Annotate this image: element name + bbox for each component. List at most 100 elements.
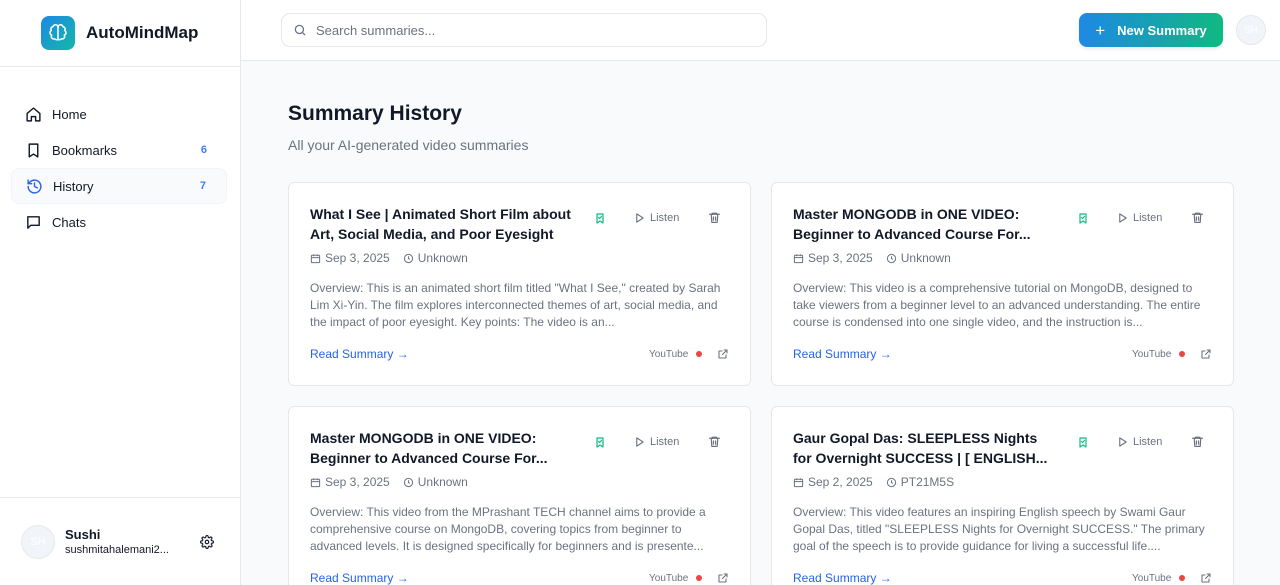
play-icon bbox=[1117, 212, 1128, 224]
external-link-icon[interactable] bbox=[717, 572, 729, 584]
bookmark-icon bbox=[24, 141, 42, 159]
trash-icon[interactable] bbox=[1191, 211, 1205, 225]
play-icon bbox=[634, 436, 645, 448]
source-label: YouTube bbox=[1132, 572, 1172, 584]
listen-button[interactable]: Listen bbox=[1117, 210, 1162, 226]
card-source: YouTube bbox=[649, 572, 729, 584]
new-summary-label: New Summary bbox=[1117, 22, 1207, 38]
bookmark-icon[interactable] bbox=[1077, 212, 1091, 226]
card-date: Sep 3, 2025 bbox=[325, 475, 390, 489]
card-source: YouTube bbox=[1132, 348, 1212, 360]
clock-icon bbox=[886, 253, 897, 264]
calendar-icon bbox=[310, 477, 321, 488]
clock-icon bbox=[886, 477, 897, 488]
sidebar: AutoMindMap Home Bookmarks 6 History 7 C… bbox=[0, 0, 241, 585]
listen-label: Listen bbox=[650, 212, 680, 224]
listen-label: Listen bbox=[650, 436, 680, 448]
trash-icon[interactable] bbox=[708, 435, 722, 449]
card-title[interactable]: What I See | Animated Short Film about A… bbox=[310, 204, 572, 244]
clock-icon bbox=[403, 253, 414, 264]
card-title[interactable]: Master MONGODB in ONE VIDEO: Beginner to… bbox=[793, 204, 1055, 244]
sidebar-nav: Home Bookmarks 6 History 7 Chats bbox=[0, 67, 240, 240]
calendar-icon bbox=[310, 253, 321, 264]
history-icon bbox=[25, 177, 43, 195]
listen-button[interactable]: Listen bbox=[634, 210, 679, 226]
sidebar-item-chats[interactable]: Chats bbox=[11, 204, 227, 240]
brand[interactable]: AutoMindMap bbox=[0, 0, 240, 67]
page-subtitle: All your AI-generated video summaries bbox=[288, 137, 529, 153]
user-email: sushmitahalemani2... bbox=[65, 544, 169, 556]
user-info: Sushi sushmitahalemani2... bbox=[65, 527, 183, 556]
external-link-icon[interactable] bbox=[1200, 348, 1212, 360]
card-title[interactable]: Gaur Gopal Das: SLEEPLESS Nights for Ove… bbox=[793, 428, 1055, 468]
card-title[interactable]: Master MONGODB in ONE VIDEO: Beginner to… bbox=[310, 428, 572, 468]
gear-icon[interactable] bbox=[199, 534, 215, 550]
history-count-badge: 7 bbox=[199, 180, 206, 192]
card-meta: Sep 3, 2025 Unknown bbox=[310, 251, 468, 265]
read-summary-link[interactable]: Read Summary → bbox=[793, 571, 892, 585]
card-date: Sep 3, 2025 bbox=[808, 251, 873, 265]
read-summary-link[interactable]: Read Summary → bbox=[310, 571, 409, 585]
trash-icon[interactable] bbox=[1191, 435, 1205, 449]
summary-card[interactable]: What I See | Animated Short Film about A… bbox=[288, 182, 751, 386]
listen-button[interactable]: Listen bbox=[634, 434, 679, 450]
search-icon bbox=[293, 23, 307, 37]
card-source: YouTube bbox=[649, 348, 729, 360]
card-duration: PT21M5S bbox=[900, 475, 955, 489]
bookmark-icon[interactable] bbox=[1077, 436, 1091, 450]
plus-icon: + bbox=[1095, 20, 1106, 40]
card-overview: Overview: This is an animated short film… bbox=[310, 281, 721, 329]
listen-label: Listen bbox=[1133, 436, 1163, 448]
summary-card[interactable]: Master MONGODB in ONE VIDEO: Beginner to… bbox=[771, 182, 1234, 386]
card-date: Sep 3, 2025 bbox=[325, 251, 390, 265]
card-duration: Unknown bbox=[417, 251, 468, 265]
avatar[interactable]: SH bbox=[21, 524, 55, 559]
external-link-icon[interactable] bbox=[717, 348, 729, 360]
summary-card[interactable]: Gaur Gopal Das: SLEEPLESS Nights for Ove… bbox=[771, 406, 1234, 585]
sidebar-item-label: Home bbox=[52, 106, 87, 122]
app-name: AutoMindMap bbox=[86, 23, 199, 42]
search-box[interactable] bbox=[281, 13, 767, 47]
bookmark-icon[interactable] bbox=[594, 212, 608, 226]
page-title: Summary History bbox=[288, 102, 462, 125]
read-summary-link[interactable]: Read Summary → bbox=[310, 347, 409, 361]
bookmark-icon[interactable] bbox=[594, 436, 608, 450]
source-label: YouTube bbox=[649, 348, 689, 360]
source-dot bbox=[696, 351, 703, 357]
search-input[interactable] bbox=[316, 22, 736, 38]
home-icon bbox=[24, 105, 42, 123]
card-overview: Overview: This video is a comprehensive … bbox=[793, 281, 1201, 329]
chat-icon bbox=[24, 213, 42, 231]
external-link-icon[interactable] bbox=[1200, 572, 1212, 584]
top-bar: + New Summary SH bbox=[241, 0, 1280, 61]
sidebar-item-home[interactable]: Home bbox=[11, 96, 227, 132]
bookmarks-count-badge: 6 bbox=[200, 144, 207, 156]
calendar-icon bbox=[793, 477, 804, 488]
listen-button[interactable]: Listen bbox=[1117, 434, 1162, 450]
user-profile: SH Sushi sushmitahalemani2... bbox=[0, 497, 240, 585]
read-summary-link[interactable]: Read Summary → bbox=[793, 347, 892, 361]
play-icon bbox=[1117, 436, 1128, 448]
card-date: Sep 2, 2025 bbox=[808, 475, 873, 489]
sidebar-item-bookmarks[interactable]: Bookmarks 6 bbox=[11, 132, 227, 168]
sidebar-item-label: Bookmarks bbox=[52, 142, 118, 158]
source-label: YouTube bbox=[649, 572, 689, 584]
new-summary-button[interactable]: + New Summary bbox=[1079, 13, 1223, 47]
card-duration: Unknown bbox=[900, 251, 951, 265]
card-overview: Overview: This video from the MPrashant … bbox=[310, 505, 706, 553]
trash-icon[interactable] bbox=[708, 211, 722, 225]
sidebar-item-label: History bbox=[53, 178, 94, 194]
summary-card[interactable]: Master MONGODB in ONE VIDEO: Beginner to… bbox=[288, 406, 751, 585]
card-meta: Sep 3, 2025 Unknown bbox=[310, 475, 468, 489]
source-dot bbox=[1179, 351, 1186, 357]
card-meta: Sep 3, 2025 Unknown bbox=[793, 251, 951, 265]
card-duration: Unknown bbox=[417, 475, 468, 489]
brain-logo-icon bbox=[41, 16, 75, 50]
calendar-icon bbox=[793, 253, 804, 264]
play-icon bbox=[634, 212, 645, 224]
source-dot bbox=[1179, 575, 1186, 581]
sidebar-item-history[interactable]: History 7 bbox=[11, 168, 227, 204]
header-avatar[interactable]: SH bbox=[1236, 15, 1266, 45]
source-dot bbox=[696, 575, 703, 581]
listen-label: Listen bbox=[1133, 212, 1163, 224]
